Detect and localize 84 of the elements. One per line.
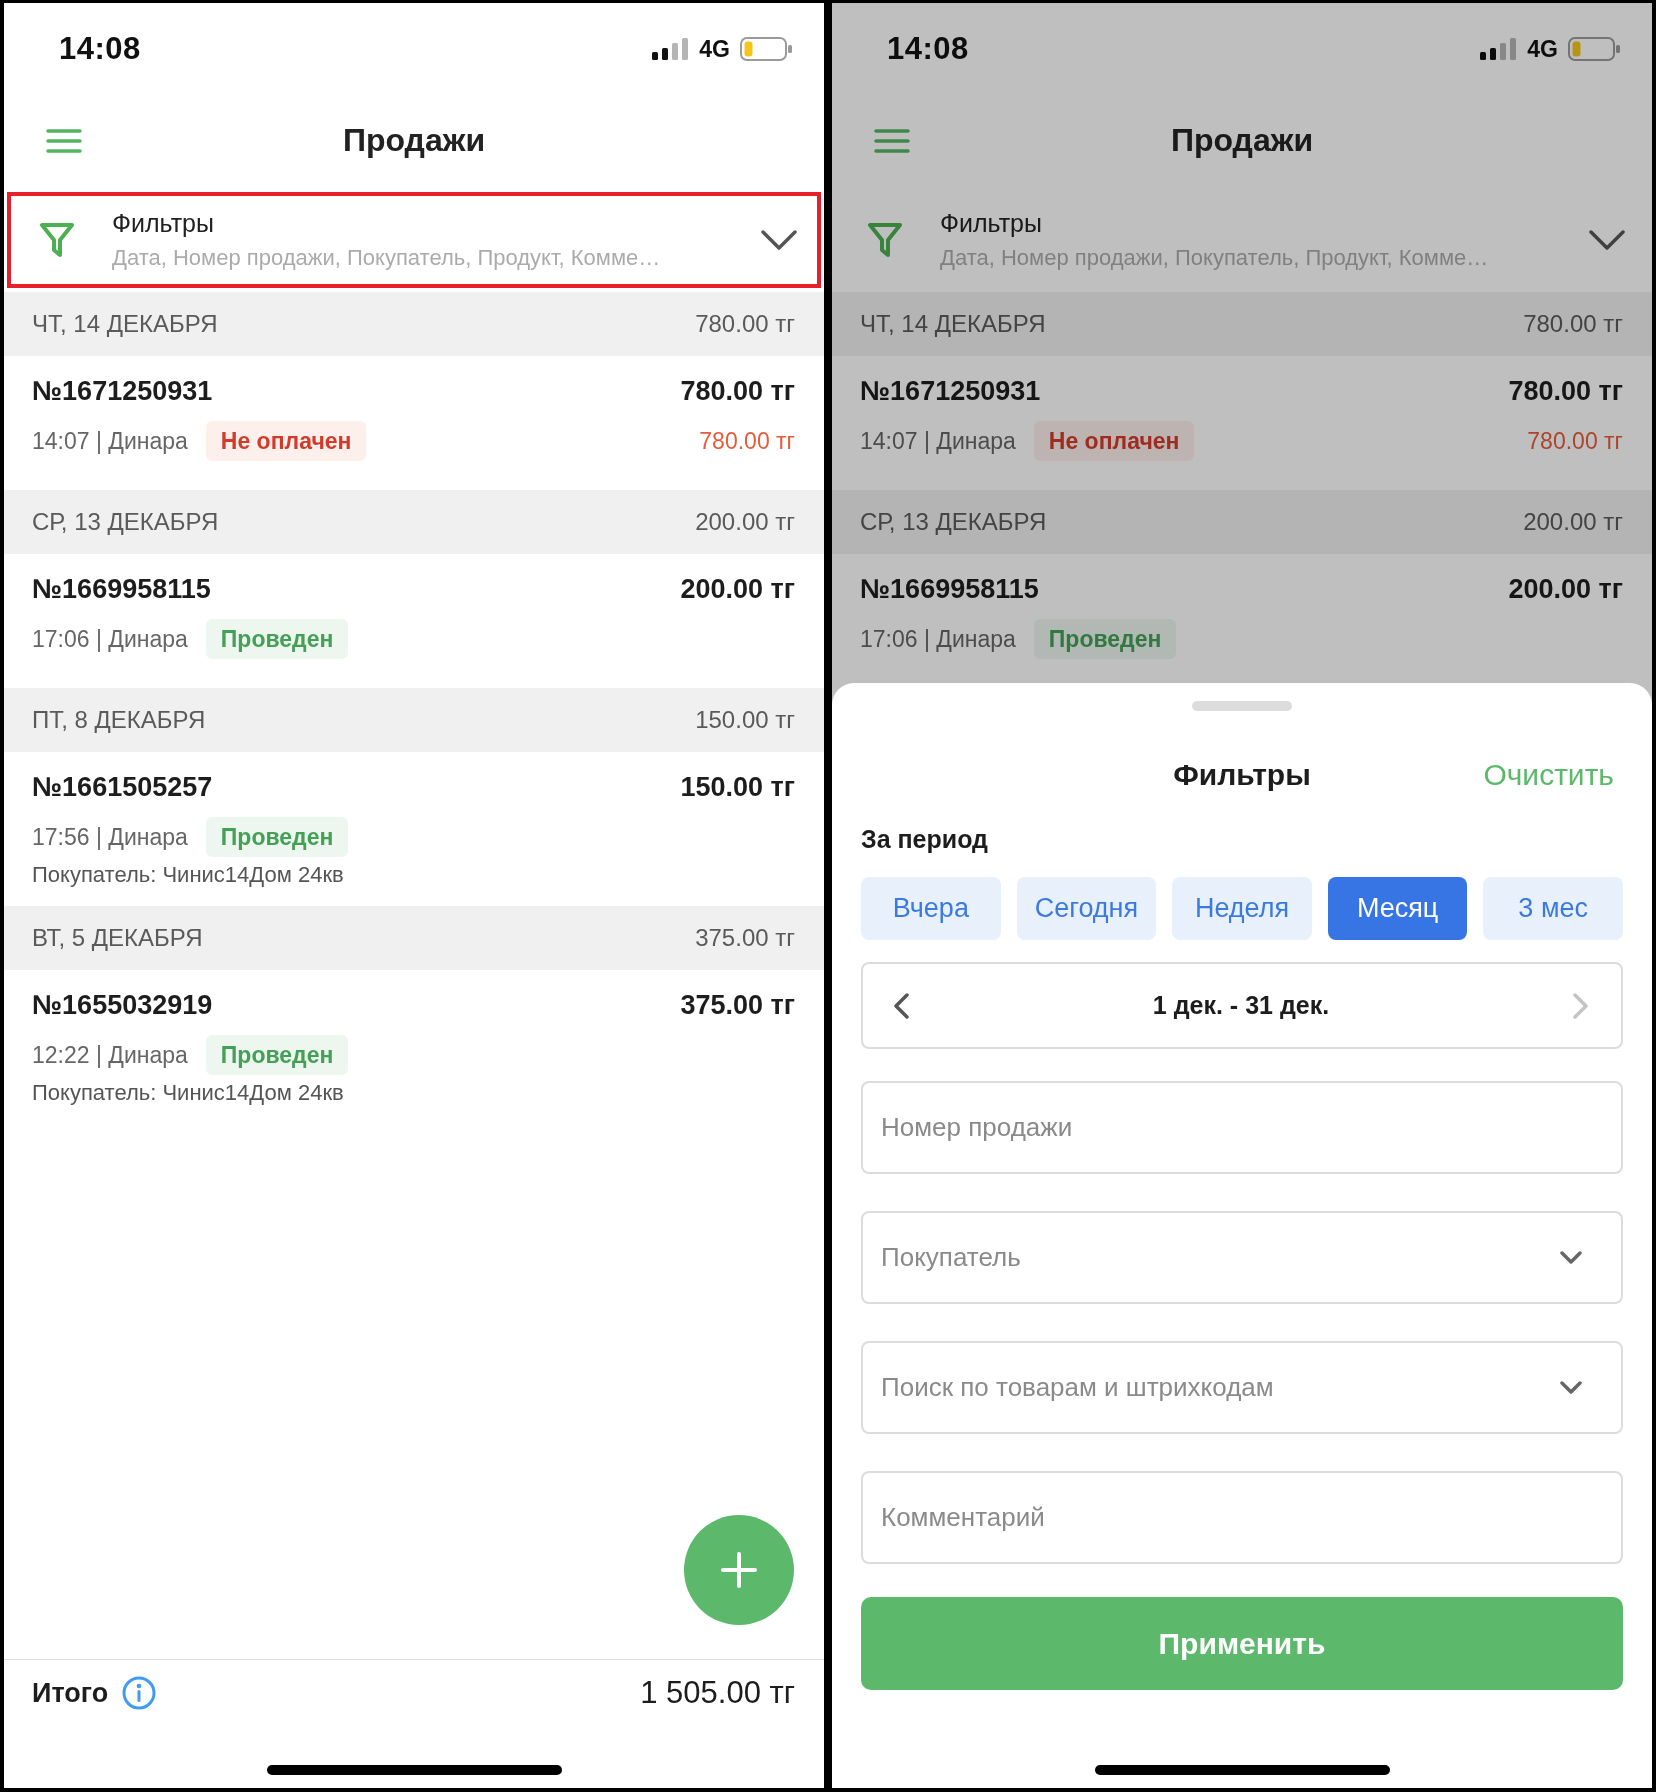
signal-icon — [1480, 38, 1517, 60]
day-total: 780.00 тг — [695, 310, 795, 338]
date-label: ПТ, 8 ДЕКАБРЯ — [32, 706, 206, 734]
due-amount: 780.00 тг — [699, 427, 795, 455]
due-amount: 780.00 тг — [1527, 427, 1623, 455]
signal-icon — [652, 38, 689, 60]
sale-meta: 14:07 | Динара — [860, 427, 1016, 455]
period-button[interactable]: Вчера — [861, 877, 1001, 940]
menu-icon[interactable] — [874, 128, 910, 153]
total-amount: 1 505.00 тг — [640, 1675, 795, 1711]
filter-bar[interactable]: Фильтры Дата, Номер продажи, Покупатель, Продукт, Комме… — [835, 192, 1649, 288]
funnel-icon — [39, 221, 75, 259]
select-field[interactable]: Поиск по товарам и штрихкодам — [861, 1341, 1623, 1434]
period-button[interactable]: Неделя — [1172, 877, 1312, 940]
input-field[interactable]: Комментарий — [861, 1471, 1623, 1564]
day-total: 150.00 тг — [695, 706, 795, 734]
funnel-icon — [867, 221, 903, 259]
buyer-label: Покупатель: Чинис14Дом 24кв — [32, 1079, 345, 1107]
page-title: Продажи — [1170, 122, 1314, 159]
select-field[interactable]: Покупатель — [861, 1211, 1623, 1304]
battery-icon — [740, 37, 792, 61]
day-total: 200.00 тг — [695, 508, 795, 536]
date-label: ВТ, 5 ДЕКАБРЯ — [32, 924, 203, 952]
plus-icon — [721, 1552, 757, 1588]
total-label: Итого — [32, 1677, 109, 1709]
network-label: 4G — [1527, 35, 1558, 63]
sale-meta: 17:06 | Динара — [32, 625, 188, 653]
date-label: ЧТ, 14 ДЕКАБРЯ — [860, 310, 1046, 338]
status-badge: Не оплачен — [1033, 421, 1195, 461]
status-badge: Проведен — [205, 619, 349, 659]
sale-amount: 200.00 тг — [680, 573, 795, 605]
sale-number: №1671250931 — [32, 375, 213, 407]
chevron-left-icon[interactable] — [893, 992, 909, 1019]
sale-number: №1669958115 — [860, 573, 1039, 605]
day-total: 200.00 тг — [1523, 508, 1623, 536]
chevron-down-icon — [1589, 230, 1625, 250]
status-badge: Проведен — [1033, 619, 1177, 659]
status-badge: Проведен — [205, 1035, 349, 1075]
chevron-down-icon — [1560, 1381, 1582, 1395]
date-label: ЧТ, 14 ДЕКАБРЯ — [32, 310, 218, 338]
chevron-down-icon — [1560, 1251, 1582, 1265]
sale-number: №1669958115 — [32, 573, 211, 605]
sale-amount: 150.00 тг — [680, 771, 795, 803]
filter-summary: Дата, Номер продажи, Покупатель, Продукт, Комме… — [940, 244, 1490, 272]
apply-button[interactable]: Применить — [861, 1597, 1623, 1690]
period-label: За период — [861, 824, 989, 855]
filter-title: Фильтры — [940, 208, 1043, 239]
sale-amount: 375.00 тг — [680, 989, 795, 1021]
sheet-title: Фильтры — [1173, 758, 1311, 792]
date-range-label: 1 дек. - 31 дек. — [1152, 991, 1330, 1020]
filter-title: Фильтры — [112, 208, 215, 239]
filter-summary: Дата, Номер продажи, Покупатель, Продукт, Комме… — [112, 244, 662, 272]
date-label: СР, 13 ДЕКАБРЯ — [860, 508, 1047, 536]
page-title: Продажи — [342, 122, 486, 159]
sale-amount: 780.00 тг — [680, 375, 795, 407]
period-button[interactable]: 3 мес — [1483, 877, 1623, 940]
date-label: СР, 13 ДЕКАБРЯ — [32, 508, 219, 536]
drag-handle[interactable] — [1192, 701, 1292, 711]
day-total: 780.00 тг — [1523, 310, 1623, 338]
menu-icon[interactable] — [46, 128, 82, 153]
clear-button[interactable]: Очистить — [1483, 758, 1623, 792]
day-total: 375.00 тг — [695, 924, 795, 952]
buyer-label: Покупатель: Чинис14Дом 24кв — [32, 861, 345, 889]
period-button[interactable]: Месяц — [1327, 877, 1468, 940]
filter-bar[interactable]: Фильтры Дата, Номер продажи, Покупатель, Продукт, Комме… — [7, 192, 821, 288]
sale-meta: 17:56 | Динара — [32, 823, 188, 851]
sale-meta: 14:07 | Динара — [32, 427, 188, 455]
input-field[interactable]: Номер продажи — [861, 1081, 1623, 1174]
period-button[interactable]: Сегодня — [1016, 877, 1157, 940]
sale-amount: 780.00 тг — [1508, 375, 1623, 407]
battery-icon — [1568, 37, 1620, 61]
status-badge: Проведен — [205, 817, 349, 857]
status-time: 14:08 — [887, 31, 969, 67]
sale-meta: 12:22 | Динара — [32, 1041, 188, 1069]
chevron-down-icon — [761, 230, 797, 250]
status-time: 14:08 — [59, 31, 141, 67]
info-icon[interactable] — [122, 1676, 157, 1710]
sale-meta: 17:06 | Динара — [860, 625, 1016, 653]
sale-number: №1671250931 — [860, 375, 1041, 407]
status-badge: Не оплачен — [205, 421, 367, 461]
sale-number: №1661505257 — [32, 771, 213, 803]
sale-amount: 200.00 тг — [1508, 573, 1623, 605]
network-label: 4G — [699, 35, 730, 63]
sale-number: №1655032919 — [32, 989, 213, 1021]
